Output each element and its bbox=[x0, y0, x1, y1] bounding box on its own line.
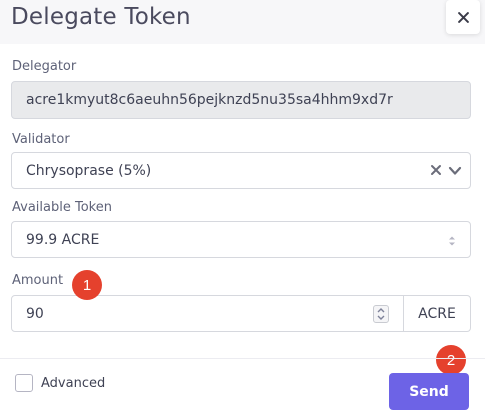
spinner-down-icon[interactable] bbox=[377, 315, 385, 320]
spinner-icon[interactable] bbox=[373, 305, 389, 323]
spinner-up-icon[interactable] bbox=[377, 308, 385, 313]
validator-label: Validator bbox=[12, 132, 70, 147]
amount-value: 90 bbox=[26, 305, 44, 322]
send-button[interactable]: Send bbox=[389, 373, 469, 410]
validator-selected-value: Chrysoprase (5%) bbox=[26, 162, 152, 179]
available-token-value: 99.9 ACRE bbox=[26, 231, 100, 248]
annotation-badge-2: 2 bbox=[436, 345, 466, 375]
amount-input-group: 90 ACRE bbox=[11, 295, 471, 332]
close-icon bbox=[457, 11, 469, 23]
chevron-down-icon[interactable] bbox=[448, 164, 462, 178]
delegator-value: acre1kmyut8c6aeuhn56pejknzd5nu35sa4hhm9x… bbox=[26, 92, 393, 108]
amount-label: Amount bbox=[12, 273, 64, 288]
updown-arrows-icon bbox=[449, 236, 455, 246]
clear-x-icon[interactable] bbox=[429, 163, 443, 177]
validator-select[interactable]: Chrysoprase (5%) bbox=[11, 152, 471, 189]
modal-title: Delegate Token bbox=[11, 4, 191, 30]
amount-input[interactable]: 90 bbox=[11, 295, 404, 332]
available-token-select[interactable]: 99.9 ACRE bbox=[11, 221, 471, 258]
annotation-badge-1: 1 bbox=[72, 270, 102, 300]
close-button[interactable] bbox=[446, 0, 480, 34]
delegator-label: Delegator bbox=[12, 59, 77, 74]
delegator-field: acre1kmyut8c6aeuhn56pejknzd5nu35sa4hhm9x… bbox=[11, 81, 471, 119]
available-token-label: Available Token bbox=[12, 200, 112, 215]
advanced-label[interactable]: Advanced bbox=[41, 376, 105, 391]
amount-unit: ACRE bbox=[404, 295, 471, 332]
footer-divider bbox=[0, 358, 485, 359]
advanced-checkbox[interactable] bbox=[15, 374, 33, 392]
